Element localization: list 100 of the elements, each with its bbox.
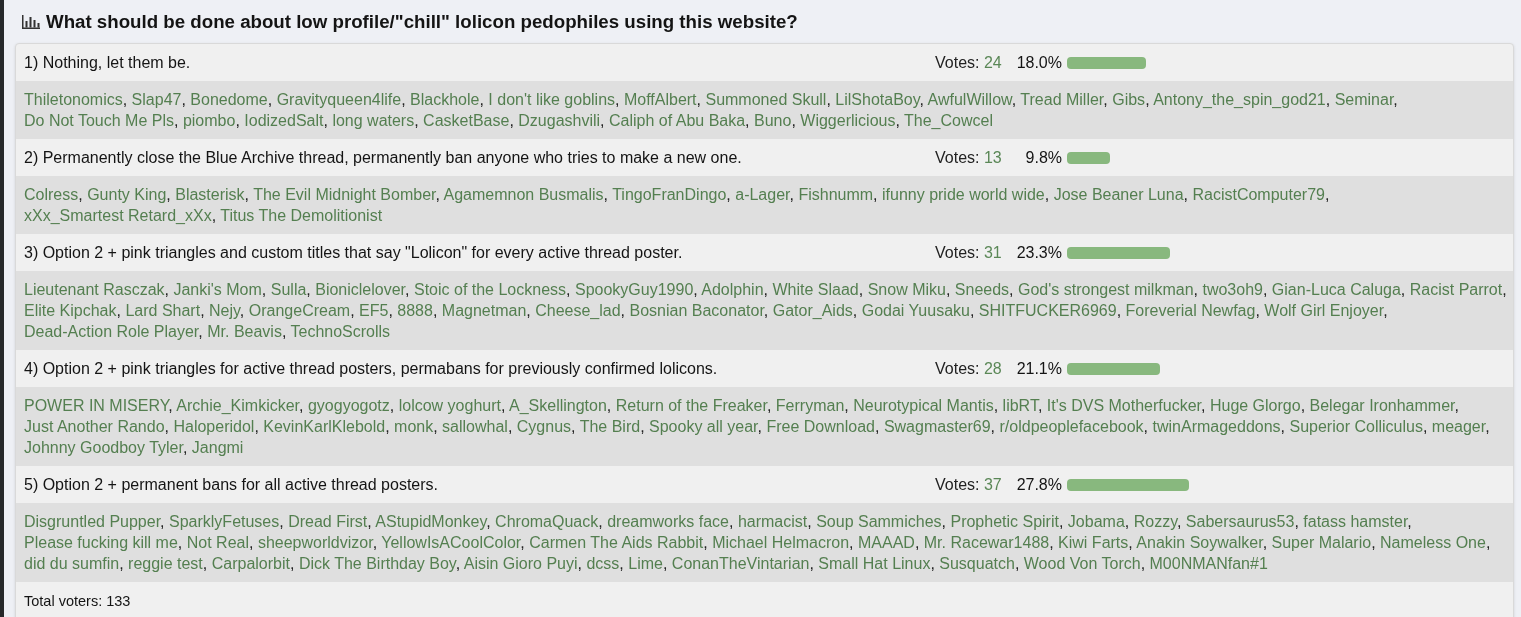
voter-link[interactable]: ConanTheVintarian [671, 555, 810, 572]
voter-link[interactable]: SHITFUCKER6969 [978, 302, 1117, 319]
voter-link[interactable]: libRT [1002, 397, 1038, 414]
voter-link[interactable]: Magnetman [441, 302, 527, 319]
voter-link[interactable]: fatass hamster [1303, 513, 1408, 530]
voter-link[interactable]: Blackhole [410, 91, 480, 108]
voter-link[interactable]: POWER IN MISERY [24, 397, 169, 414]
voter-link[interactable]: Gian-Luca Caluga [1271, 281, 1401, 298]
voter-link[interactable]: Carmen The Aids Rabbit [529, 534, 704, 551]
voter-link[interactable]: Janki's Mom [173, 281, 262, 298]
voter-link[interactable]: Colress [24, 186, 79, 203]
voter-link[interactable]: Tread Miller [1020, 91, 1104, 108]
voter-link[interactable]: Aisin Gioro Puyi [463, 555, 578, 572]
voter-link[interactable]: Buno [754, 112, 792, 129]
voter-link[interactable]: The_Cowcel [904, 112, 993, 129]
voter-link[interactable]: Johnny Goodboy Tyler [24, 439, 183, 456]
voter-link[interactable]: OrangeCream [248, 302, 351, 319]
voter-link[interactable]: KevinKarlKlebold [263, 418, 386, 435]
voter-link[interactable]: Gunty King [87, 186, 167, 203]
voter-link[interactable]: Do Not Touch Me Pls [24, 112, 174, 129]
voter-link[interactable]: harmacist [737, 513, 808, 530]
voter-link[interactable]: TingoFranDingo [612, 186, 727, 203]
voter-link[interactable]: Jangmi [191, 439, 244, 456]
voter-link[interactable]: sheepworldvizor [257, 534, 373, 551]
voter-link[interactable]: meager [1431, 418, 1486, 435]
voter-link[interactable]: Super Malario [1271, 534, 1372, 551]
voter-link[interactable]: Dzugashvili [518, 112, 601, 129]
voter-link[interactable]: Ferryman [775, 397, 845, 414]
voter-link[interactable]: Disgruntled Pupper [24, 513, 161, 530]
voter-link[interactable]: Nameless One [1380, 534, 1486, 551]
voter-link[interactable]: Adolphin [701, 281, 764, 298]
voter-link[interactable]: God's strongest milkman [1018, 281, 1194, 298]
voter-link[interactable]: Neurotypical Mantis [853, 397, 994, 414]
voter-link[interactable]: Gravityqueen4life [276, 91, 402, 108]
voter-link[interactable]: Huge Glorgo [1209, 397, 1301, 414]
voter-link[interactable]: Wiggerlicious [800, 112, 896, 129]
voter-link[interactable]: YellowIsACoolColor [381, 534, 521, 551]
voter-link[interactable]: piombo [182, 112, 236, 129]
voter-link[interactable]: long waters [332, 112, 415, 129]
voter-link[interactable]: reggie test [128, 555, 203, 572]
voter-link[interactable]: EF5 [359, 302, 389, 319]
voter-link[interactable]: monk [394, 418, 434, 435]
voter-link[interactable]: The Bird [579, 418, 641, 435]
voter-link[interactable]: Superior Colliculus [1289, 418, 1423, 435]
voter-link[interactable]: Elite Kipchak [24, 302, 117, 319]
voter-link[interactable]: The Evil Midnight Bomber [253, 186, 436, 203]
voter-link[interactable]: Sabersaurus53 [1185, 513, 1295, 530]
voter-link[interactable]: did du sumfin [24, 555, 120, 572]
voter-link[interactable]: Just Another Rando [24, 418, 165, 435]
voter-link[interactable]: xXx_Smartest Retard_xXx [24, 207, 212, 224]
voter-link[interactable]: Foreverial Newfag [1125, 302, 1256, 319]
voter-link[interactable]: Nejy [209, 302, 240, 319]
voter-link[interactable]: Antony_the_spin_god21 [1153, 91, 1326, 108]
voter-link[interactable]: Mr. Racewar1488 [923, 534, 1050, 551]
voter-link[interactable]: CasketBase [423, 112, 510, 129]
voter-link[interactable]: SpookyGuy1990 [574, 281, 694, 298]
voter-link[interactable]: Blasterisk [175, 186, 245, 203]
voter-link[interactable]: Sulla [270, 281, 307, 298]
voter-link[interactable]: MoffAlbert [623, 91, 697, 108]
voter-link[interactable]: Anakin Soywalker [1136, 534, 1263, 551]
voter-link[interactable]: Jobama [1067, 513, 1125, 530]
voter-link[interactable]: dreamworks face [607, 513, 729, 530]
voter-link[interactable]: Gibs [1112, 91, 1146, 108]
voter-link[interactable]: AwfulWillow [927, 91, 1012, 108]
voter-link[interactable]: Jose Beaner Luna [1053, 186, 1184, 203]
voter-link[interactable]: Archie_Kimkicker [176, 397, 300, 414]
voter-link[interactable]: Godai Yuusaku [861, 302, 970, 319]
voter-link[interactable]: r/oldpeoplefacebook [999, 418, 1144, 435]
voter-link[interactable]: Dread First [288, 513, 368, 530]
voter-link[interactable]: Susquatch [939, 555, 1015, 572]
voter-link[interactable]: Bosnian Baconator [629, 302, 764, 319]
voter-link[interactable]: ifunny pride world wide [882, 186, 1045, 203]
voter-link[interactable]: Small Hat Linux [818, 555, 931, 572]
voter-link[interactable]: Seminar [1334, 91, 1394, 108]
voter-link[interactable]: lolcow yoghurt [398, 397, 501, 414]
voter-link[interactable]: Racist Parrot [1409, 281, 1503, 298]
voter-link[interactable]: Dick The Birthday Boy [298, 555, 456, 572]
voter-link[interactable]: Bioniclelover [315, 281, 406, 298]
voter-link[interactable]: Lard Shart [125, 302, 201, 319]
voter-link[interactable]: LilShotaBoy [835, 91, 920, 108]
voter-link[interactable]: Please fucking kill me [24, 534, 178, 551]
voter-link[interactable]: Mr. Beavis [207, 323, 282, 340]
voter-link[interactable]: gyogyogotz [307, 397, 390, 414]
voter-link[interactable]: Dead-Action Role Player [24, 323, 199, 340]
voter-link[interactable]: Swagmaster69 [883, 418, 991, 435]
voter-link[interactable]: IodizedSalt [244, 112, 324, 129]
voter-link[interactable]: SparklyFetuses [169, 513, 280, 530]
voter-link[interactable]: It's DVS Motherfucker [1046, 397, 1201, 414]
voter-link[interactable]: 8888 [397, 302, 433, 319]
voter-link[interactable]: Bonedome [190, 91, 268, 108]
voter-link[interactable]: sallowhal [442, 418, 508, 435]
voter-link[interactable]: Return of the Freaker [615, 397, 767, 414]
voter-link[interactable]: Lime [628, 555, 663, 572]
voter-link[interactable]: a-Lager [735, 186, 790, 203]
voter-link[interactable]: Belegar Ironhammer [1309, 397, 1455, 414]
voter-link[interactable]: Not Real [186, 534, 249, 551]
voter-link[interactable]: two3oh9 [1202, 281, 1263, 298]
voter-link[interactable]: Carpalorbit [211, 555, 290, 572]
voter-link[interactable]: Gator_Aids [772, 302, 853, 319]
voter-link[interactable]: Kiwi Farts [1058, 534, 1129, 551]
